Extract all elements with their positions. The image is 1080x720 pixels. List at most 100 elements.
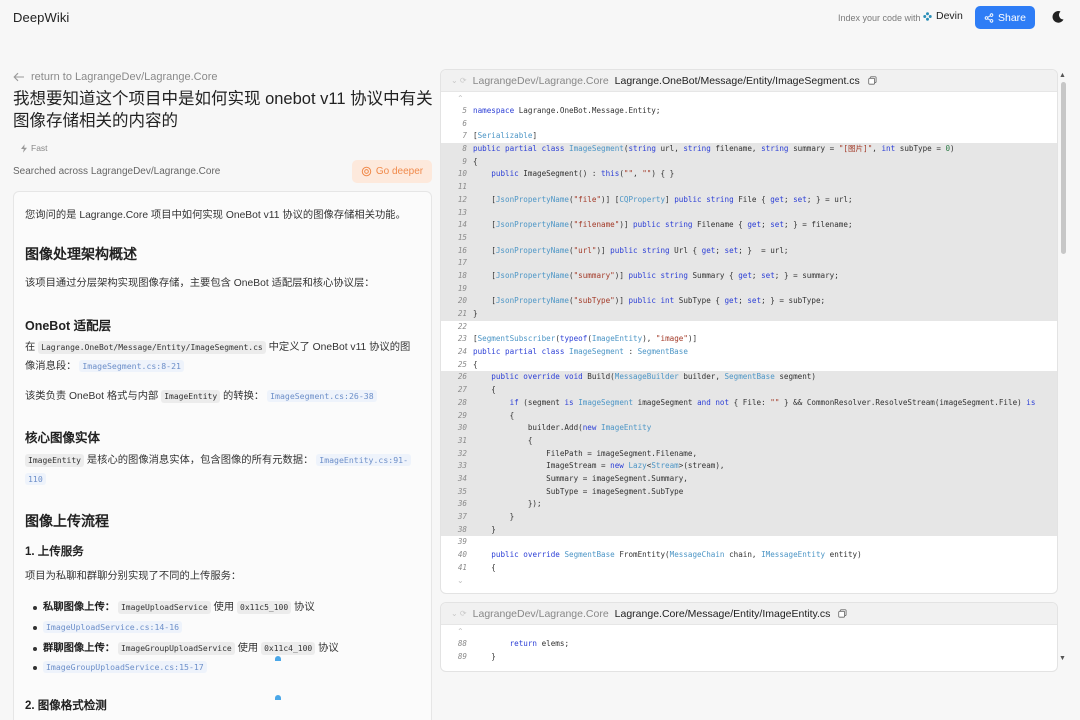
line-number: 17	[457, 258, 467, 268]
code-line: 32 FilePath = imageSegment.Filename,	[441, 447, 1057, 461]
heading-onebot-layer: OneBot 适配层	[25, 319, 112, 333]
line-number: 22	[457, 321, 467, 331]
app-logo[interactable]: DeepWiki	[13, 10, 69, 25]
scrollbar-thumb[interactable]	[1061, 82, 1066, 254]
heading-format-detection: 2. 图像格式检测	[25, 700, 107, 712]
code-line: 19	[441, 282, 1057, 296]
inline-code: 0x11c5_100	[237, 601, 292, 614]
code-line: 10 public ImageSegment() : this("", "") …	[441, 168, 1057, 182]
line-number: 21	[457, 309, 467, 318]
expand-up-icon[interactable]: ⌃	[441, 625, 1057, 638]
line-number: 18	[457, 270, 467, 280]
code-line: 14 [JsonPropertyName("filename")] public…	[441, 219, 1057, 232]
line-number: 31	[457, 435, 467, 445]
line-number: 33	[457, 461, 467, 471]
line-number: 10	[457, 169, 467, 179]
expand-down-icon[interactable]: ⌄	[441, 574, 1057, 587]
line-number: 15	[457, 232, 467, 242]
code-block: 88 return elems; 89 }	[441, 638, 1057, 663]
code-line: 88 return elems;	[441, 638, 1057, 651]
dark-mode-toggle-icon[interactable]	[1051, 10, 1065, 24]
line-number: 28	[457, 397, 467, 407]
code-line: 21}	[441, 308, 1057, 321]
code-line: 11	[441, 181, 1057, 194]
line-number: 19	[457, 283, 467, 293]
share-button[interactable]: Share	[975, 6, 1035, 29]
text-fragment: 使用	[237, 643, 259, 654]
collapse-icon[interactable]: ⌄ ⟳	[451, 609, 467, 618]
code-line: 18 [JsonPropertyName("summary")] public …	[441, 269, 1057, 283]
code-line: 5 namespace Lagrange.OneBot.Message.Entit…	[441, 105, 1057, 118]
code-line: 17	[441, 257, 1057, 270]
heading-core-entity: 核心图像实体	[25, 431, 101, 445]
question-title: 我想要知道这个项目中是如何实现 onebot v11 协议中有关图像存储相关的内…	[13, 90, 433, 130]
top-bar: DeepWiki Index your code with Devin Shar…	[0, 0, 1080, 44]
text-fragment: 的转换：	[223, 391, 265, 402]
onebot-layer-text: 在 Lagrange.OneBot/Message/Entity/ImageSe…	[25, 338, 422, 357]
scroll-down-arrow-icon[interactable]: ▼	[1059, 655, 1066, 662]
list-item: 私聊图像上传： ImageUploadService 使用 0x11c5_100…	[33, 598, 431, 617]
code-line: 16 [JsonPropertyName("url")] public stri…	[441, 244, 1057, 258]
source-ref-link[interactable]: ImageSegment.cs:8-21	[79, 360, 184, 372]
share-label: Share	[997, 11, 1027, 24]
source-ref-link[interactable]: ImageUploadService.cs:14-16	[43, 621, 183, 633]
line-number: 40	[457, 550, 467, 560]
code-text: }	[473, 651, 496, 661]
line-number: 35	[457, 486, 467, 496]
inline-code: ImageGroupUploadService	[117, 642, 235, 655]
code-panel-repo: LagrangeDev/Lagrange.Core	[472, 74, 609, 87]
collapse-icon[interactable]: ⌄ ⟳	[451, 76, 467, 85]
code-panel-header: ⌄ ⟳ LagrangeDev/Lagrange.Core Lagrange.C…	[441, 603, 1057, 625]
devin-label: Devin	[936, 10, 963, 22]
source-ref-link[interactable]: ImageGroupUploadService.cs:15-17	[43, 661, 207, 673]
line-number: 11	[457, 182, 467, 192]
code-line: 37 }	[441, 511, 1057, 524]
code-text: FilePath = imageSegment.Filename,	[473, 448, 698, 458]
code-line: 36 });	[441, 498, 1057, 511]
expand-up-icon[interactable]: ⌃	[441, 92, 1057, 105]
source-ref-link[interactable]: ImageEntity.cs:91-	[316, 454, 411, 466]
code-line: 27 {	[441, 384, 1057, 397]
go-deeper-button[interactable]: Go deeper	[352, 160, 432, 183]
scroll-up-arrow-icon[interactable]: ▲	[1059, 72, 1066, 79]
inline-code: 0x11c4_100	[261, 642, 316, 655]
code-line: 40 public override SegmentBase FromEntit…	[441, 549, 1057, 562]
code-text: }	[473, 524, 496, 534]
mode-badge: Fast	[20, 143, 48, 153]
line-number: 24	[457, 347, 467, 357]
return-link-label: return to LagrangeDev/Lagrange.Core	[31, 71, 218, 83]
code-text: {	[473, 410, 515, 420]
answer-intro: 您询问的是 Lagrange.Core 项目中如何实现 OneBot v11 协…	[25, 210, 406, 221]
list-item-ref: ImageUploadService.cs:14-16	[33, 618, 431, 637]
conversion-text: 该类负责 OneBot 格式与内部 ImageEntity 的转换： Image…	[25, 387, 422, 406]
source-ref-link[interactable]: 110	[25, 473, 46, 485]
code-text: {	[473, 562, 496, 572]
code-line: 8 public partial class ImageSegment(strin…	[441, 143, 1057, 156]
line-number: 25	[457, 359, 467, 369]
code-line: 13	[441, 206, 1057, 220]
line-number: 26	[457, 372, 467, 382]
line-number: 88	[457, 639, 467, 648]
core-entity-text-2: 110	[25, 470, 422, 489]
line-number: 5	[462, 106, 467, 115]
text-fragment: 是核心的图像消息实体，包含图像的所有元数据：	[86, 455, 314, 466]
mode-label: Fast	[31, 143, 48, 153]
code-text: SubType = imageSegment.SubType	[473, 486, 684, 496]
code-text: return elems;	[509, 639, 570, 648]
return-link[interactable]: return to LagrangeDev/Lagrange.Core	[13, 71, 218, 83]
code-text: Summary = imageSegment.Summary,	[473, 473, 688, 483]
copy-icon[interactable]	[838, 609, 847, 618]
list-item: 群聊图像上传： ImageGroupUploadService 使用 0x11c…	[33, 639, 431, 658]
copy-icon[interactable]	[868, 76, 877, 85]
source-ref-link[interactable]: ImageSegment.cs:26-38	[267, 390, 377, 402]
share-icon	[984, 12, 994, 23]
devin-link[interactable]: Devin	[922, 10, 963, 22]
answer-panel: 您询问的是 Lagrange.Core 项目中如何实现 OneBot v11 协…	[13, 191, 432, 720]
line-number: 14	[457, 220, 467, 230]
code-text: [Serializable]	[473, 131, 538, 141]
code-line: 31 {	[441, 434, 1057, 448]
arrow-left-icon	[13, 72, 24, 82]
code-line: 33 ImageStream = new Lazy<Stream>(stream…	[441, 460, 1057, 473]
code-line: 35 SubType = imageSegment.SubType	[441, 485, 1057, 499]
heading-upload-flow: 图像上传流程	[25, 513, 109, 529]
